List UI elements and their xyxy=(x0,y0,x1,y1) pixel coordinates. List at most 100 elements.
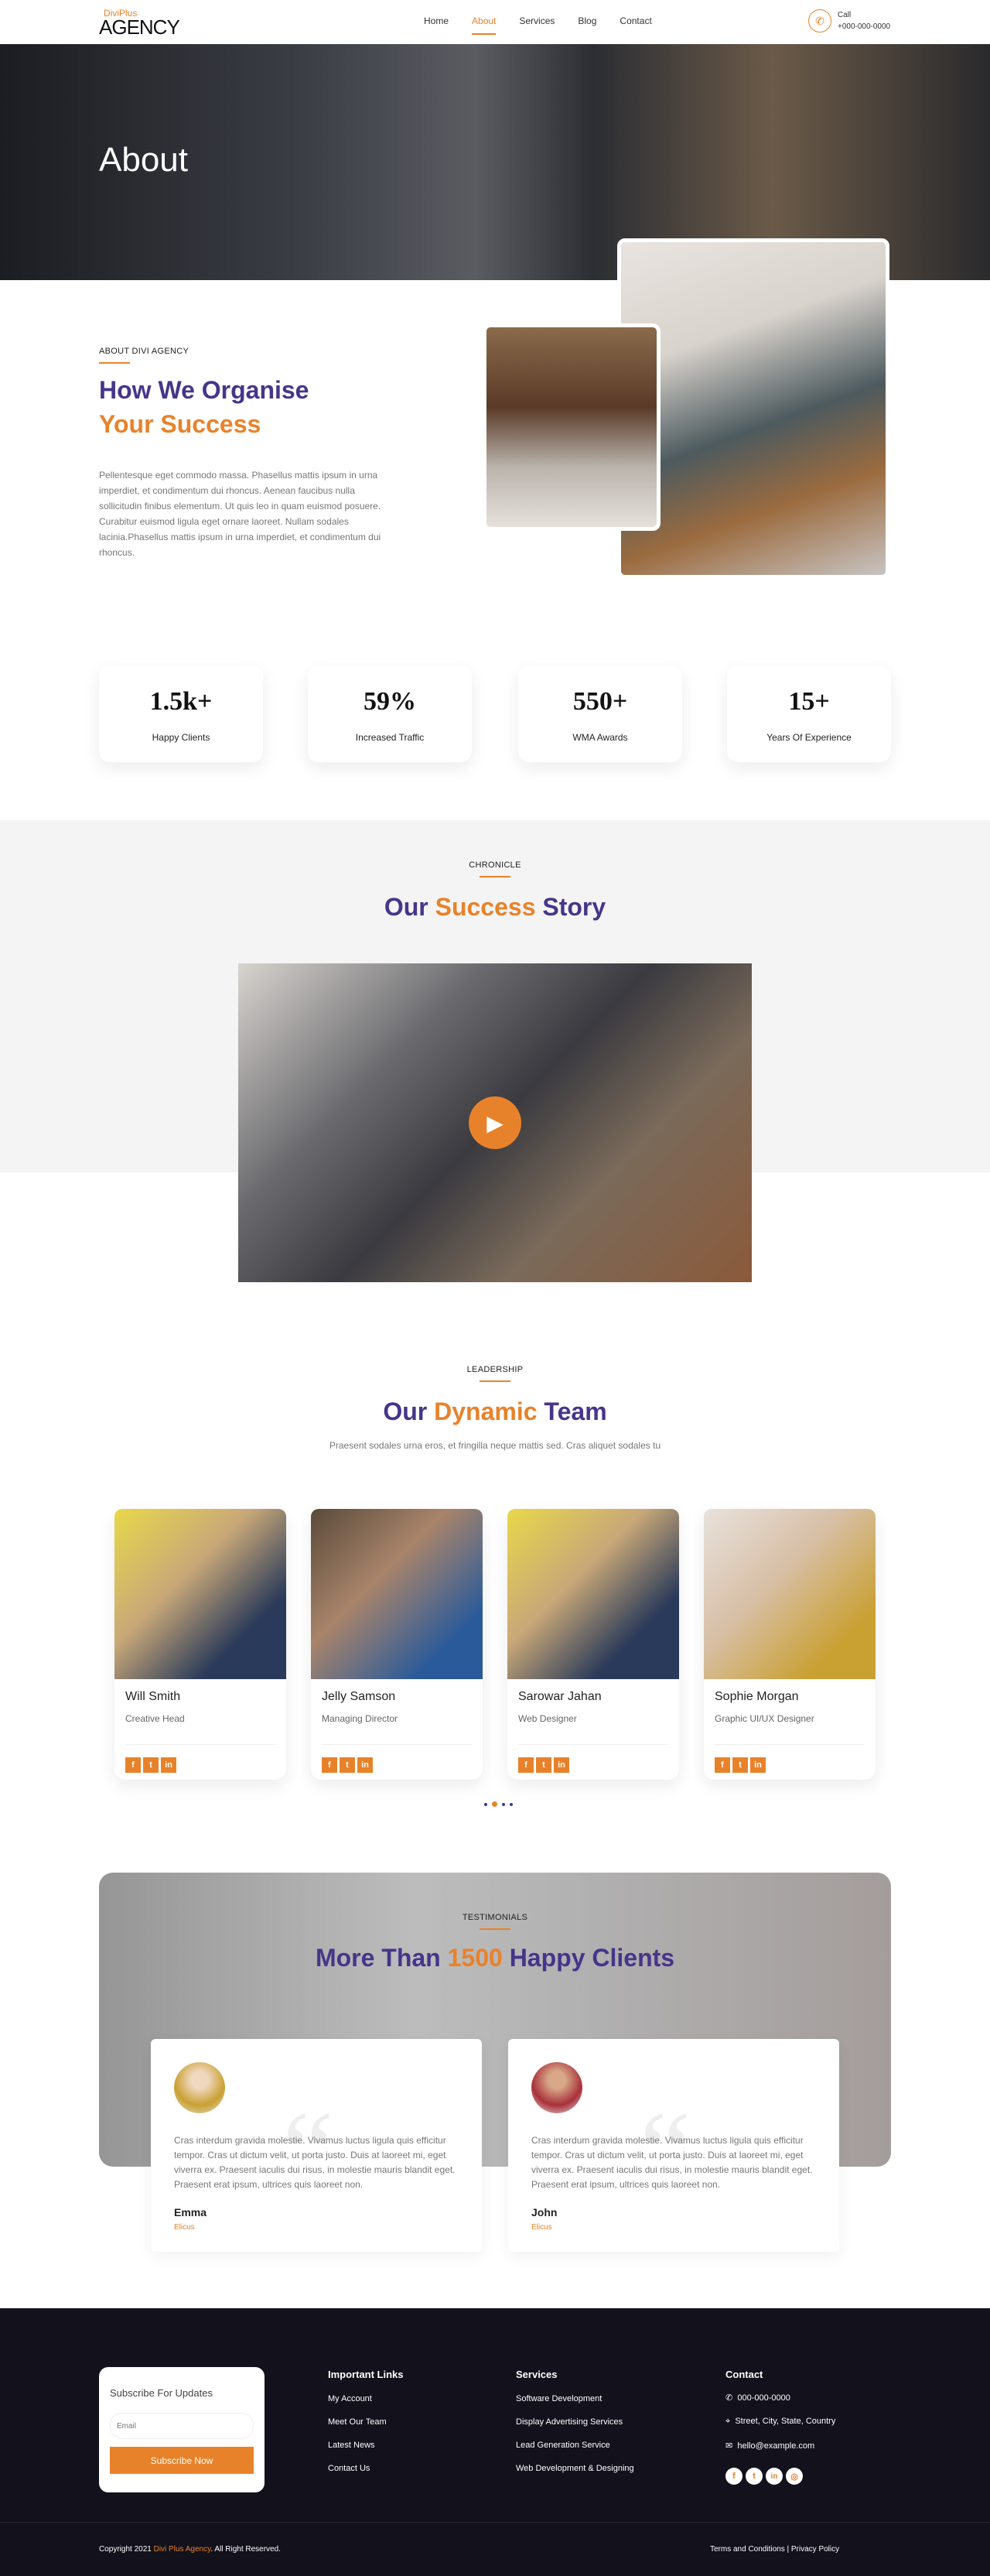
linkedin-icon[interactable]: in xyxy=(161,1757,176,1773)
testimonial-card: “ Cras interdum gravida molestie. Vivamu… xyxy=(151,2039,482,2252)
subscribe-button[interactable]: Subscribe Now xyxy=(110,2447,254,2474)
nav-contact[interactable]: Contact xyxy=(620,15,651,35)
services-links: Services Software Development Display Ad… xyxy=(516,2369,634,2473)
contact-phone[interactable]: 000-000-0000 xyxy=(737,2393,790,2403)
linkedin-icon[interactable]: in xyxy=(766,2468,783,2485)
divider xyxy=(480,1928,510,1930)
privacy-link[interactable]: Privacy Policy xyxy=(791,2545,839,2554)
contact-email[interactable]: hello@example.com xyxy=(737,2441,814,2451)
testimonials-header: TESTIMONIALS More Than 1500 Happy Client… xyxy=(0,1913,990,1975)
facebook-icon[interactable]: f xyxy=(518,1757,534,1773)
testimonial-role: Elicus xyxy=(531,2223,552,2232)
stat-label: Happy Clients xyxy=(152,732,210,743)
divider xyxy=(322,1744,472,1745)
about-title-1: How We Organise xyxy=(99,376,309,404)
divider xyxy=(480,1380,510,1382)
call-info[interactable]: ✆ Call +000-000-0000 xyxy=(808,9,890,32)
footer-link[interactable]: Meet Our Team xyxy=(328,2417,404,2427)
contact-info: Contact ✆ 000-000-0000 ⌖ Street, City, S… xyxy=(725,2369,835,2485)
carousel-dot[interactable] xyxy=(484,1802,487,1806)
footer-link[interactable]: Contact Us xyxy=(328,2464,404,2473)
chronicle-title: Our Success Story xyxy=(384,893,606,921)
footer: Subscribe For Updates Subscribe Now Impo… xyxy=(0,2308,990,2576)
team-photo xyxy=(311,1509,483,1679)
twitter-icon[interactable]: t xyxy=(143,1757,159,1773)
team-role: Managing Director xyxy=(322,1713,398,1724)
team-card: Sophie Morgan Graphic UI/UX Designer f t… xyxy=(704,1509,876,1780)
call-number: +000-000-0000 xyxy=(838,22,891,31)
nav-services[interactable]: Services xyxy=(519,15,555,35)
facebook-icon[interactable]: f xyxy=(322,1757,337,1773)
team-card: Will Smith Creative Head f t in xyxy=(114,1509,286,1780)
twitter-icon[interactable]: t xyxy=(340,1757,355,1773)
header: DiviPlus AGENCY Home About Services Blog… xyxy=(0,0,990,44)
testimonial-role: Elicus xyxy=(174,2223,195,2232)
phone-icon: ✆ xyxy=(808,9,831,32)
footer-link[interactable]: Software Development xyxy=(516,2394,634,2403)
legal-links: Terms and Conditions | Privacy Policy xyxy=(710,2545,840,2554)
leadership-header: LEADERSHIP Our Dynamic Team Praesent sod… xyxy=(0,1365,990,1453)
linkedin-icon[interactable]: in xyxy=(357,1757,373,1773)
important-links: Important Links My Account Meet Our Team… xyxy=(328,2369,404,2473)
divider xyxy=(480,876,510,877)
testimonial-card: “ Cras interdum gravida molestie. Vivamu… xyxy=(508,2039,839,2252)
twitter-icon[interactable]: t xyxy=(732,1757,748,1773)
testimonials-label: TESTIMONIALS xyxy=(462,1913,528,1922)
logo[interactable]: AGENCY xyxy=(99,15,180,39)
stat-label: WMA Awards xyxy=(572,732,628,743)
subscribe-title: Subscribe For Updates xyxy=(110,2387,213,2399)
instagram-icon[interactable]: ◎ xyxy=(786,2468,803,2485)
services-title: Services xyxy=(516,2369,558,2380)
team-name: Sarowar Jahan xyxy=(518,1690,602,1703)
avatar xyxy=(174,2062,225,2113)
carousel-dot[interactable] xyxy=(492,1801,497,1807)
call-label: Call xyxy=(838,11,852,19)
footer-link[interactable]: Display Advertising Services xyxy=(516,2417,634,2427)
email-input[interactable] xyxy=(110,2413,254,2439)
about-title-2: Your Success xyxy=(99,410,261,438)
footer-link[interactable]: Latest News xyxy=(328,2441,404,2450)
footer-link[interactable]: Lead Generation Service xyxy=(516,2441,634,2450)
leadership-title: Our Dynamic Team xyxy=(383,1397,607,1425)
stat-value: 1.5k+ xyxy=(149,687,213,716)
facebook-icon[interactable]: f xyxy=(725,2468,742,2485)
testimonial-text: Cras interdum gravida molestie. Vivamus … xyxy=(174,2135,456,2190)
twitter-icon[interactable]: t xyxy=(536,1757,551,1773)
facebook-icon[interactable]: f xyxy=(125,1757,141,1773)
carousel-dot[interactable] xyxy=(510,1802,513,1806)
nav-blog[interactable]: Blog xyxy=(578,15,596,35)
stat-card: 15+ Years Of Experience xyxy=(727,665,891,762)
footer-link[interactable]: Web Development & Designing xyxy=(516,2464,634,2473)
divider xyxy=(715,1744,865,1745)
team-name: Sophie Morgan xyxy=(715,1690,799,1703)
team-photo xyxy=(114,1509,286,1679)
about-label: ABOUT DIVI AGENCY xyxy=(99,347,189,356)
video-player[interactable]: ▶ xyxy=(238,963,752,1282)
main-nav: Home About Services Blog Contact xyxy=(424,15,652,35)
team-social: f t in xyxy=(125,1757,286,1773)
team-role: Web Designer xyxy=(518,1713,577,1724)
subscribe-card: Subscribe For Updates Subscribe Now xyxy=(99,2367,265,2492)
facebook-icon[interactable]: f xyxy=(715,1757,730,1773)
woman-writing-image xyxy=(483,323,661,531)
carousel-dots xyxy=(484,1801,513,1807)
leadership-label: LEADERSHIP xyxy=(466,1365,524,1374)
about-section: ABOUT DIVI AGENCY How We Organise Your S… xyxy=(99,347,408,560)
linkedin-icon[interactable]: in xyxy=(750,1757,766,1773)
nav-about[interactable]: About xyxy=(472,15,497,35)
nav-home[interactable]: Home xyxy=(424,15,449,35)
contact-address: Street, City, State, Country xyxy=(735,2417,836,2426)
carousel-dot[interactable] xyxy=(502,1802,505,1806)
footer-link[interactable]: My Account xyxy=(328,2394,404,2403)
twitter-icon[interactable]: t xyxy=(746,2468,763,2485)
terms-link[interactable]: Terms and Conditions xyxy=(710,2545,785,2554)
team-social: f t in xyxy=(715,1757,876,1773)
stat-card: 550+ WMA Awards xyxy=(518,665,682,762)
team-name: Jelly Samson xyxy=(322,1690,396,1703)
play-icon[interactable]: ▶ xyxy=(469,1096,521,1149)
team-photo xyxy=(507,1509,679,1679)
footer-divider xyxy=(0,2522,990,2523)
linkedin-icon[interactable]: in xyxy=(554,1757,569,1773)
brand-link[interactable]: Divi Plus Agency xyxy=(154,2545,211,2554)
location-icon: ⌖ xyxy=(725,2417,731,2426)
